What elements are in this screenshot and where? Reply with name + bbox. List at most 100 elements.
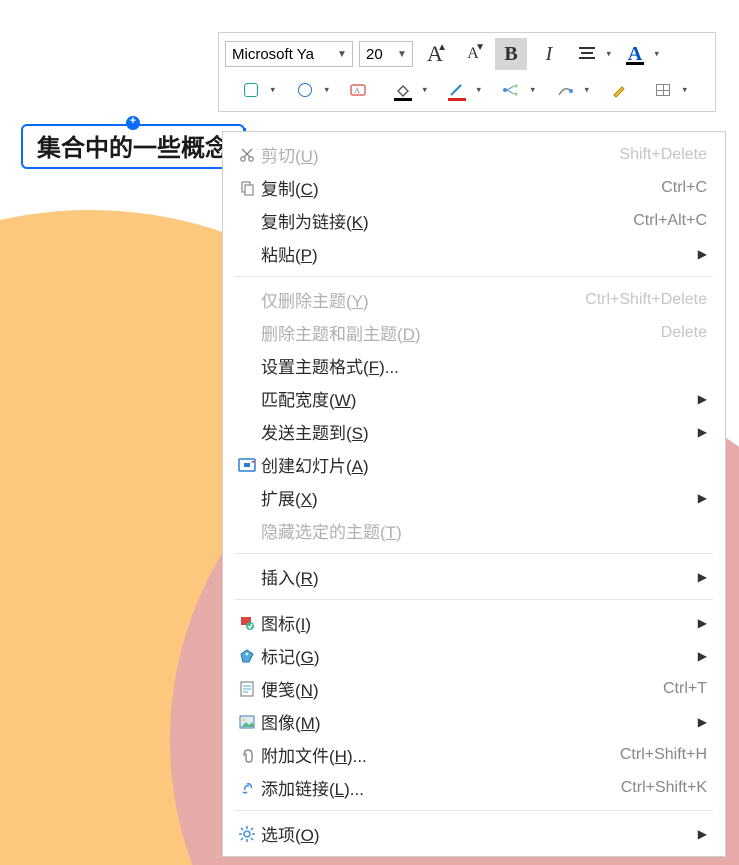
menu-item-label: 发送主题到(S) [261, 419, 369, 444]
menu-item-format[interactable]: 设置主题格式(F)... [223, 349, 725, 382]
menu-item-shortcut: Ctrl+C [661, 179, 707, 197]
fill-color-button[interactable] [387, 74, 419, 106]
menu-item-label: 删除主题和副主题(D) [261, 320, 421, 345]
menu-item-label: 复制为链接(K) [261, 208, 369, 233]
menu-item-paste[interactable]: 粘贴(P) ▶ [223, 237, 725, 270]
font-family-value: Microsoft Ya [232, 46, 334, 63]
submenu-arrow-icon: ▶ [698, 616, 707, 630]
menu-item-hidesel: 隐藏选定的主题(T) [223, 514, 725, 547]
context-menu: 剪切(U)Shift+Delete复制(C)Ctrl+C复制为链接(K)Ctrl… [222, 131, 726, 857]
menu-item-sendto[interactable]: 发送主题到(S) ▶ [223, 415, 725, 448]
grow-font-button[interactable]: A ▲ [419, 38, 451, 70]
menu-item-label: 选项(O) [261, 821, 320, 846]
format-painter-button[interactable] [603, 74, 635, 106]
menu-item-shortcut: Ctrl+Shift+H [620, 746, 707, 764]
submenu-arrow-icon: ▶ [698, 425, 707, 439]
layout-button[interactable] [495, 74, 527, 106]
menu-item-tag[interactable]: 标记(G) ▶ [223, 639, 725, 672]
menu-item-iconm[interactable]: 图标(I) ▶ [223, 606, 725, 639]
image-icon [233, 715, 261, 729]
menu-item-attach[interactable]: 附加文件(H)... Ctrl+Shift+H [223, 738, 725, 771]
menu-item-label: 图像(M) [261, 709, 321, 734]
menu-item-copy[interactable]: 复制(C)Ctrl+C [223, 171, 725, 204]
menu-item-link[interactable]: 添加链接(L)... Ctrl+Shift+K [223, 771, 725, 804]
align-button[interactable] [571, 38, 603, 70]
table-button[interactable] [647, 74, 679, 106]
circle-icon [298, 83, 312, 97]
submenu-arrow-icon: ▶ [698, 570, 707, 584]
submenu-arrow-icon: ▶ [698, 491, 707, 505]
menu-item-options[interactable]: 选项(O) ▶ [223, 817, 725, 850]
topic-text: 集合中的一些概念 [37, 135, 229, 162]
menu-item-deltopicsub: 删除主题和副主题(D) Delete [223, 316, 725, 349]
clip-icon [233, 747, 261, 763]
scissors-icon [233, 147, 261, 163]
eraser-icon: A [349, 81, 369, 99]
menu-item-image[interactable]: 图像(M) ▶ [223, 705, 725, 738]
menu-item-shortcut: Ctrl+T [663, 680, 707, 698]
menu-item-label: 添加链接(L)... [261, 775, 364, 800]
menu-item-label: 附加文件(H)... [261, 742, 367, 767]
menu-separator [235, 276, 713, 277]
menu-item-extend[interactable]: 扩展(X) ▶ [223, 481, 725, 514]
slide-icon [233, 458, 261, 472]
menu-item-shortcut: Shift+Delete [619, 146, 707, 164]
subtopic-shape-button[interactable] [289, 74, 321, 106]
menu-item-deltopic: 仅删除主题(Y) Ctrl+Shift+Delete [223, 283, 725, 316]
menu-item-label: 扩展(X) [261, 485, 318, 510]
note-icon [233, 681, 261, 697]
gear-icon [233, 826, 261, 842]
flag-icon [233, 615, 261, 631]
menu-item-slide[interactable]: 创建幻灯片(A) [223, 448, 725, 481]
menu-item-note[interactable]: 便笺(N) Ctrl+T [223, 672, 725, 705]
menu-separator [235, 810, 713, 811]
menu-item-label: 匹配宽度(W) [261, 386, 356, 411]
copy-icon [233, 180, 261, 196]
menu-item-label: 隐藏选定的主题(T) [261, 518, 402, 543]
chevron-down-icon: ▼ [334, 49, 350, 60]
chevron-down-icon: ▼ [394, 49, 410, 60]
svg-text:A: A [354, 86, 360, 95]
clear-format-button[interactable]: A [343, 74, 375, 106]
growth-icon [557, 83, 573, 97]
align-icon [578, 46, 596, 62]
submenu-arrow-icon: ▶ [698, 827, 707, 841]
menu-item-insert[interactable]: 插入(R) ▶ [223, 560, 725, 593]
shrink-font-button[interactable]: A ▼ [457, 38, 489, 70]
bold-button[interactable]: B [495, 38, 527, 70]
line-color-button[interactable] [441, 74, 473, 106]
menu-item-label: 剪切(U) [261, 142, 319, 167]
menu-item-label: 粘贴(P) [261, 241, 318, 266]
growth-button[interactable] [549, 74, 581, 106]
menu-item-label: 插入(R) [261, 564, 319, 589]
menu-item-label: 图标(I) [261, 610, 311, 635]
bucket-icon [395, 83, 411, 97]
menu-item-label: 设置主题格式(F)... [261, 353, 399, 378]
selected-topic-node[interactable]: 集合中的一些概念 [21, 124, 245, 169]
menu-item-shortcut: Ctrl+Shift+K [621, 779, 707, 797]
menu-item-copyaslink[interactable]: 复制为链接(K)Ctrl+Alt+C [223, 204, 725, 237]
layout-icon [502, 83, 520, 97]
topic-shape-button[interactable] [235, 74, 267, 106]
menu-item-label: 仅删除主题(Y) [261, 287, 369, 312]
format-toolbar: Microsoft Ya ▼ 20 ▼ A ▲ A ▼ B I [218, 32, 716, 112]
menu-item-label: 创建幻灯片(A) [261, 452, 369, 477]
font-color-button[interactable]: A [619, 38, 651, 70]
italic-button[interactable]: I [533, 38, 565, 70]
font-size-select[interactable]: 20 ▼ [359, 41, 413, 67]
font-family-select[interactable]: Microsoft Ya ▼ [225, 41, 353, 67]
shape-icon [244, 83, 258, 97]
submenu-arrow-icon: ▶ [698, 247, 707, 261]
menu-item-shortcut: Ctrl+Shift+Delete [585, 291, 707, 309]
link-icon [233, 780, 261, 796]
down-arrow-icon: ▼ [475, 42, 485, 53]
menu-item-label: 标记(G) [261, 643, 320, 668]
menu-item-label: 便笺(N) [261, 676, 319, 701]
menu-item-shortcut: Delete [661, 324, 707, 342]
submenu-arrow-icon: ▶ [698, 715, 707, 729]
submenu-arrow-icon: ▶ [698, 649, 707, 663]
tag-icon [233, 648, 261, 664]
menu-separator [235, 553, 713, 554]
submenu-arrow-icon: ▶ [698, 392, 707, 406]
menu-item-matchwidth[interactable]: 匹配宽度(W) ▶ [223, 382, 725, 415]
